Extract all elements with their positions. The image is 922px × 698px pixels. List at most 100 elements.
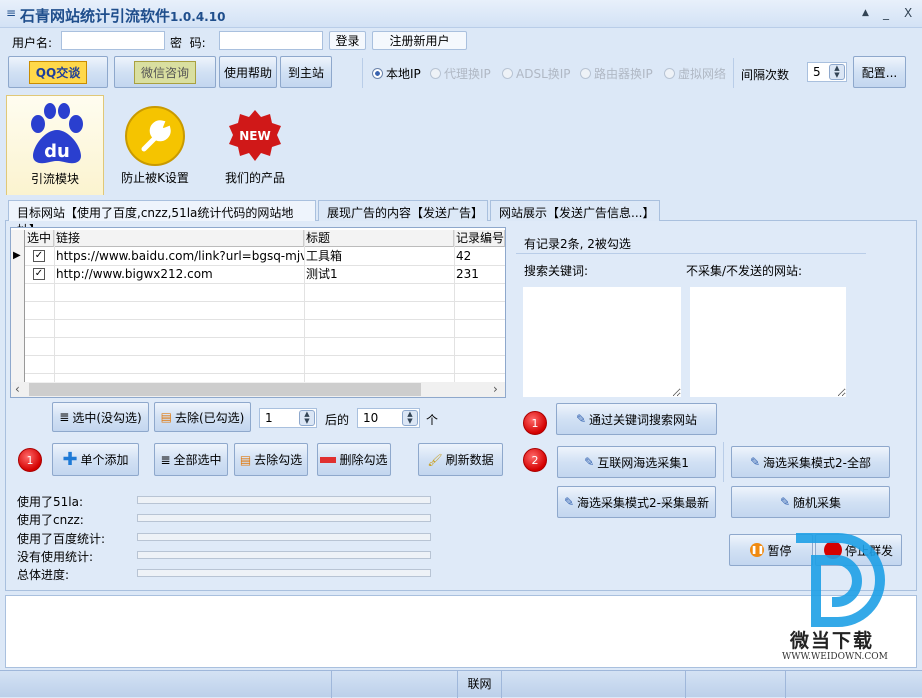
keywords-textarea[interactable] — [523, 287, 681, 397]
title-bar: ≡ 石青网站统计引流软件1.0.4.10 ▲ _ X — [0, 0, 922, 28]
module-traffic[interactable]: du 引流模块 — [6, 95, 104, 195]
add-single-button[interactable]: ✚ 单个添加 — [52, 443, 139, 476]
radio-local-ip[interactable]: 本地IP — [372, 65, 421, 82]
interval-label: 间隔次数 — [741, 68, 790, 82]
stop-icon — [823, 541, 842, 559]
username-label: 用户名: — [12, 36, 53, 50]
delete-checked-button[interactable]: 删除勾选 — [317, 443, 391, 476]
plus-icon: ✚ — [62, 449, 78, 470]
pen-icon: ✎ — [563, 495, 575, 509]
horizontal-scrollbar[interactable]: ‹ › — [11, 382, 505, 397]
button-label: 通过关键词搜索网站 — [589, 412, 698, 427]
pause-button[interactable]: ❚❚ 暂停 — [729, 534, 813, 566]
select-all-icon: ≣ — [59, 410, 70, 424]
spin-arrows-icon[interactable]: ▲ ▼ — [402, 410, 418, 426]
baidu-paw-icon: du — [31, 103, 83, 164]
from-spinner[interactable]: 1 ▲ ▼ — [259, 408, 317, 428]
radio-proxy-ip[interactable]: 代理换IP — [430, 65, 491, 82]
stop-button[interactable]: 停止群发 — [815, 534, 902, 566]
step-badge-1: 1 — [18, 448, 42, 472]
col-header-select[interactable]: 选中 — [25, 230, 54, 247]
password-label: 密 码: — [170, 36, 206, 50]
interval-spinner[interactable]: 5 ▲ ▼ — [807, 62, 847, 82]
status-bar: 联网 — [0, 670, 922, 698]
step-badge-2: 2 — [523, 448, 547, 472]
col-header-id[interactable]: 记录编号 — [454, 230, 505, 247]
module-products[interactable]: NEW 我们的产品 — [206, 95, 304, 195]
progress-bar-cnzz — [137, 514, 431, 522]
button-label: 随机采集 — [793, 495, 842, 510]
qq-chat-label: QQ交谈 — [28, 60, 88, 84]
exclude-textarea[interactable] — [690, 287, 846, 397]
select-unchecked-button[interactable]: ≣ 选中(没勾选) — [52, 402, 149, 432]
row-id: 231 — [456, 267, 479, 281]
collect1-button[interactable]: ✎ 互联网海选采集1 — [557, 446, 716, 478]
button-label: 去除勾选 — [254, 453, 303, 467]
remove-icon: ▤ — [239, 452, 252, 467]
row-checkbox[interactable]: ✓ — [33, 250, 45, 262]
unit-label: 个 — [426, 413, 439, 427]
login-button[interactable]: 登录 — [329, 31, 366, 50]
pen-icon: ✎ — [779, 495, 791, 509]
close-icon[interactable]: X — [904, 6, 912, 20]
help-button[interactable]: 使用帮助 — [219, 56, 277, 88]
button-label: 选中(没勾选) — [72, 410, 142, 425]
refresh-button[interactable]: 🖌 刷新数据 — [418, 443, 503, 476]
scroll-left-icon[interactable]: ‹ — [15, 382, 20, 396]
button-label: 海选采集模式2-采集最新 — [577, 495, 710, 510]
username-input[interactable] — [61, 31, 165, 50]
new-badge-icon: NEW — [229, 110, 281, 161]
progress-label-51la: 使用了51la: — [17, 495, 84, 509]
radio-router-ip[interactable]: 路由器换IP — [580, 65, 653, 82]
progress-bar-total — [137, 569, 431, 577]
record-summary: 有记录2条, 2被勾选 — [524, 237, 631, 251]
mode2-new-button[interactable]: ✎ 海选采集模式2-采集最新 — [557, 486, 716, 518]
scrollbar-thumb[interactable] — [29, 383, 421, 396]
collapse-icon[interactable]: ▲ — [862, 8, 869, 18]
minimize-icon[interactable]: _ — [883, 6, 889, 20]
menu-icon[interactable]: ≡ — [6, 6, 16, 20]
mode2-all-button[interactable]: ✎ 海选采集模式2-全部 — [731, 446, 890, 478]
random-collect-button[interactable]: ✎ 随机采集 — [731, 486, 890, 518]
keywords-label: 搜索关键词: — [524, 264, 589, 278]
scroll-right-icon[interactable]: › — [493, 382, 498, 396]
count-spinner[interactable]: 10 ▲ ▼ — [357, 408, 420, 428]
exclude-label: 不采集/不发送的网站: — [686, 264, 803, 278]
qq-chat-button[interactable]: QQ交谈 — [8, 56, 108, 88]
log-textarea[interactable] — [5, 595, 917, 668]
keyword-search-button[interactable]: ✎ 通过关键词搜索网站 — [556, 403, 717, 435]
module-anti-k[interactable]: 防止被K设置 — [106, 95, 204, 195]
radio-label: ADSL换IP — [516, 67, 571, 81]
radio-adsl-ip[interactable]: ADSL换IP — [502, 65, 571, 82]
col-header-title[interactable]: 标题 — [304, 230, 454, 247]
button-label: 海选采集模式2-全部 — [763, 455, 872, 470]
svg-text:du: du — [44, 141, 70, 162]
network-status: 联网 — [458, 671, 502, 698]
select-all-icon: ≣ — [160, 452, 171, 467]
pen-icon: ✎ — [584, 455, 595, 469]
password-input[interactable] — [219, 31, 323, 50]
broom-icon: 🖌 — [427, 452, 443, 467]
main-site-button[interactable]: 到主站 — [280, 56, 332, 88]
radio-virtual-network[interactable]: 虚拟网络 — [664, 65, 726, 82]
spin-arrows-icon[interactable]: ▲ ▼ — [829, 64, 845, 80]
select-all-button[interactable]: ≣ 全部选中 — [154, 443, 228, 476]
spin-arrows-icon[interactable]: ▲ ▼ — [299, 410, 315, 426]
wechat-button[interactable]: 微信咨询 — [114, 56, 216, 88]
row-link: https://www.baidu.com/link?url=bgsq-mjvw… — [56, 249, 304, 263]
tab-target-sites[interactable]: 目标网站【使用了百度,cnzz,51la统计代码的网站地址】 — [8, 200, 316, 237]
tab-site-display[interactable]: 网站展示【发送广告信息...】 — [490, 200, 660, 221]
row-title: 测试1 — [306, 267, 338, 281]
pen-icon: ✎ — [749, 455, 761, 469]
tab-ad-content[interactable]: 展现广告的内容【发送广告】 — [318, 200, 488, 221]
uncheck-button[interactable]: ▤ 去除勾选 — [234, 443, 308, 476]
remove-checked-button[interactable]: ▤ 去除(已勾选) — [154, 402, 251, 432]
button-label: 刷新数据 — [445, 453, 494, 467]
register-button[interactable]: 注册新用户 — [372, 31, 467, 50]
row-checkbox[interactable]: ✓ — [33, 268, 45, 280]
after-label: 后的 — [325, 413, 350, 427]
sites-grid: 选中 链接 标题 记录编号 ▶ ✓ https://www.baidu.com/… — [10, 227, 506, 398]
col-header-link[interactable]: 链接 — [54, 230, 304, 247]
config-button[interactable]: 配置... — [853, 56, 906, 88]
current-row-indicator-icon: ▶ — [13, 250, 21, 261]
